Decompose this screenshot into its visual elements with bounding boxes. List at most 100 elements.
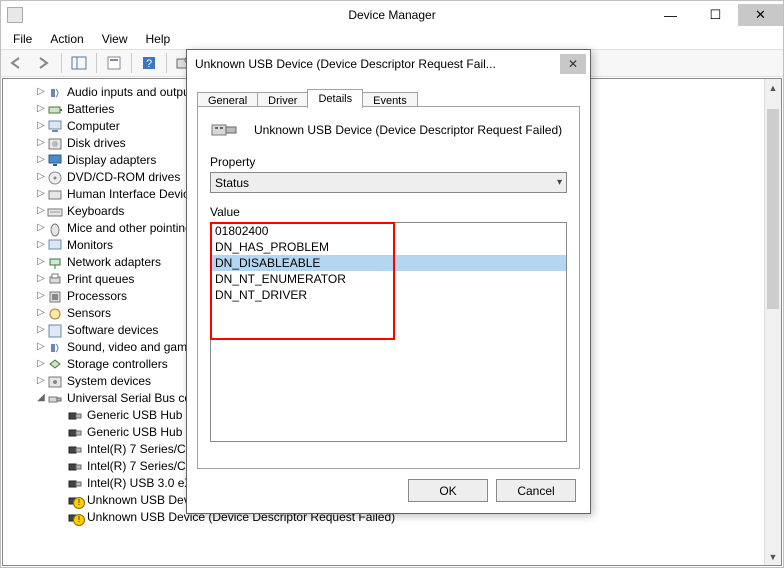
keyboard-icon bbox=[47, 204, 63, 218]
usbplug-icon bbox=[67, 408, 83, 422]
menubar: File Action View Help bbox=[1, 29, 783, 49]
value-label: Value bbox=[210, 205, 567, 219]
disk-icon bbox=[47, 136, 63, 150]
dialog-body: GeneralDriverDetailsEvents Unknown USB D… bbox=[187, 77, 590, 513]
dialog-title: Unknown USB Device (Device Descriptor Re… bbox=[195, 57, 560, 71]
expand-icon[interactable]: ▷ bbox=[35, 341, 47, 352]
tree-item-label: Sensors bbox=[67, 306, 111, 320]
tree-item-label: Disk drives bbox=[67, 136, 126, 150]
expand-icon[interactable]: ▷ bbox=[35, 222, 47, 233]
tree-item-label: Generic USB Hub bbox=[87, 425, 182, 439]
monitor-icon bbox=[47, 238, 63, 252]
help-button[interactable]: ? bbox=[137, 51, 161, 75]
collapse-icon[interactable]: ◢ bbox=[35, 392, 47, 403]
menu-view[interactable]: View bbox=[94, 30, 136, 48]
tab-details[interactable]: Details bbox=[307, 89, 363, 108]
tree-item-label: Keyboards bbox=[67, 204, 124, 218]
audio-icon bbox=[47, 340, 63, 354]
expand-icon[interactable]: ▷ bbox=[35, 290, 47, 301]
system-icon bbox=[47, 374, 63, 388]
menu-help[interactable]: Help bbox=[138, 30, 179, 48]
tree-item-label: Processors bbox=[67, 289, 127, 303]
usbplug-icon bbox=[67, 493, 83, 507]
usbplug-icon bbox=[67, 442, 83, 456]
value-item[interactable]: DN_NT_ENUMERATOR bbox=[211, 271, 566, 287]
value-item[interactable]: 01802400 bbox=[211, 223, 566, 239]
cancel-button[interactable]: Cancel bbox=[496, 479, 576, 502]
property-select[interactable]: Status ▾ bbox=[210, 172, 567, 193]
back-button[interactable] bbox=[5, 51, 29, 75]
show-hide-tree-button[interactable] bbox=[67, 51, 91, 75]
usbplug-icon bbox=[67, 476, 83, 490]
value-listbox[interactable]: 01802400DN_HAS_PROBLEMDN_DISABLEABLEDN_N… bbox=[210, 222, 567, 442]
window-title: Device Manager bbox=[1, 8, 783, 22]
menu-file[interactable]: File bbox=[5, 30, 40, 48]
expand-icon[interactable]: ▷ bbox=[35, 171, 47, 182]
menu-action[interactable]: Action bbox=[42, 30, 91, 48]
vertical-scrollbar[interactable]: ▲ ▼ bbox=[764, 79, 781, 565]
software-icon bbox=[47, 323, 63, 337]
expand-icon[interactable]: ▷ bbox=[35, 137, 47, 148]
titlebar: Device Manager — ☐ ✕ bbox=[1, 1, 783, 29]
dialog-close-button[interactable]: ✕ bbox=[560, 54, 586, 74]
properties-dialog: Unknown USB Device (Device Descriptor Re… bbox=[186, 49, 591, 514]
display-icon bbox=[47, 153, 63, 167]
mouse-icon bbox=[47, 221, 63, 235]
expand-icon[interactable]: ▷ bbox=[35, 324, 47, 335]
value-item[interactable]: DN_NT_DRIVER bbox=[211, 287, 566, 303]
dialog-titlebar: Unknown USB Device (Device Descriptor Re… bbox=[187, 50, 590, 77]
network-icon bbox=[47, 255, 63, 269]
expand-icon[interactable]: ▷ bbox=[35, 154, 47, 165]
value-item[interactable]: DN_DISABLEABLE bbox=[211, 255, 566, 271]
usbplug-icon bbox=[67, 459, 83, 473]
expand-icon[interactable]: ▷ bbox=[35, 239, 47, 250]
battery-icon bbox=[47, 102, 63, 116]
expand-icon[interactable]: ▷ bbox=[35, 205, 47, 216]
tree-item-label: Display adapters bbox=[67, 153, 156, 167]
device-name: Unknown USB Device (Device Descriptor Re… bbox=[254, 123, 562, 137]
property-label: Property bbox=[210, 155, 567, 169]
usb-connector-icon bbox=[210, 119, 242, 141]
tree-item-label: Computer bbox=[67, 119, 120, 133]
scroll-down-icon[interactable]: ▼ bbox=[765, 548, 781, 565]
expand-icon[interactable]: ▷ bbox=[35, 273, 47, 284]
usbplug-icon bbox=[67, 510, 83, 524]
tree-item-label: Human Interface Devices bbox=[67, 187, 202, 201]
sensor-icon bbox=[47, 306, 63, 320]
value-item[interactable]: DN_HAS_PROBLEM bbox=[211, 239, 566, 255]
tree-item-label: Monitors bbox=[67, 238, 113, 252]
expand-icon[interactable]: ▷ bbox=[35, 358, 47, 369]
cpu-icon bbox=[47, 289, 63, 303]
scrollbar-thumb[interactable] bbox=[767, 109, 779, 309]
usbplug-icon bbox=[67, 425, 83, 439]
tree-item-label: Audio inputs and outputs bbox=[67, 85, 199, 99]
svg-text:?: ? bbox=[146, 58, 152, 70]
dialog-buttons: OK Cancel bbox=[408, 479, 576, 502]
tabstrip: GeneralDriverDetailsEvents bbox=[197, 85, 580, 107]
tree-item-label: DVD/CD-ROM drives bbox=[67, 170, 180, 184]
tree-item-label: Generic USB Hub bbox=[87, 408, 182, 422]
dvd-icon bbox=[47, 170, 63, 184]
properties-button[interactable] bbox=[102, 51, 126, 75]
scroll-up-icon[interactable]: ▲ bbox=[765, 79, 781, 96]
tree-item-label: Network adapters bbox=[67, 255, 161, 269]
forward-button[interactable] bbox=[32, 51, 56, 75]
device-header: Unknown USB Device (Device Descriptor Re… bbox=[210, 119, 567, 141]
tree-item-label: Print queues bbox=[67, 272, 134, 286]
property-select-value: Status bbox=[215, 176, 249, 190]
printer-icon bbox=[47, 272, 63, 286]
tree-item-label: Storage controllers bbox=[67, 357, 168, 371]
ok-button[interactable]: OK bbox=[408, 479, 488, 502]
expand-icon[interactable]: ▷ bbox=[35, 86, 47, 97]
audio-icon bbox=[47, 85, 63, 99]
expand-icon[interactable]: ▷ bbox=[35, 188, 47, 199]
expand-icon[interactable]: ▷ bbox=[35, 375, 47, 386]
computer-icon bbox=[47, 119, 63, 133]
hid-icon bbox=[47, 187, 63, 201]
storage-icon bbox=[47, 357, 63, 371]
expand-icon[interactable]: ▷ bbox=[35, 120, 47, 131]
tree-item-label: System devices bbox=[67, 374, 151, 388]
expand-icon[interactable]: ▷ bbox=[35, 103, 47, 114]
expand-icon[interactable]: ▷ bbox=[35, 256, 47, 267]
expand-icon[interactable]: ▷ bbox=[35, 307, 47, 318]
